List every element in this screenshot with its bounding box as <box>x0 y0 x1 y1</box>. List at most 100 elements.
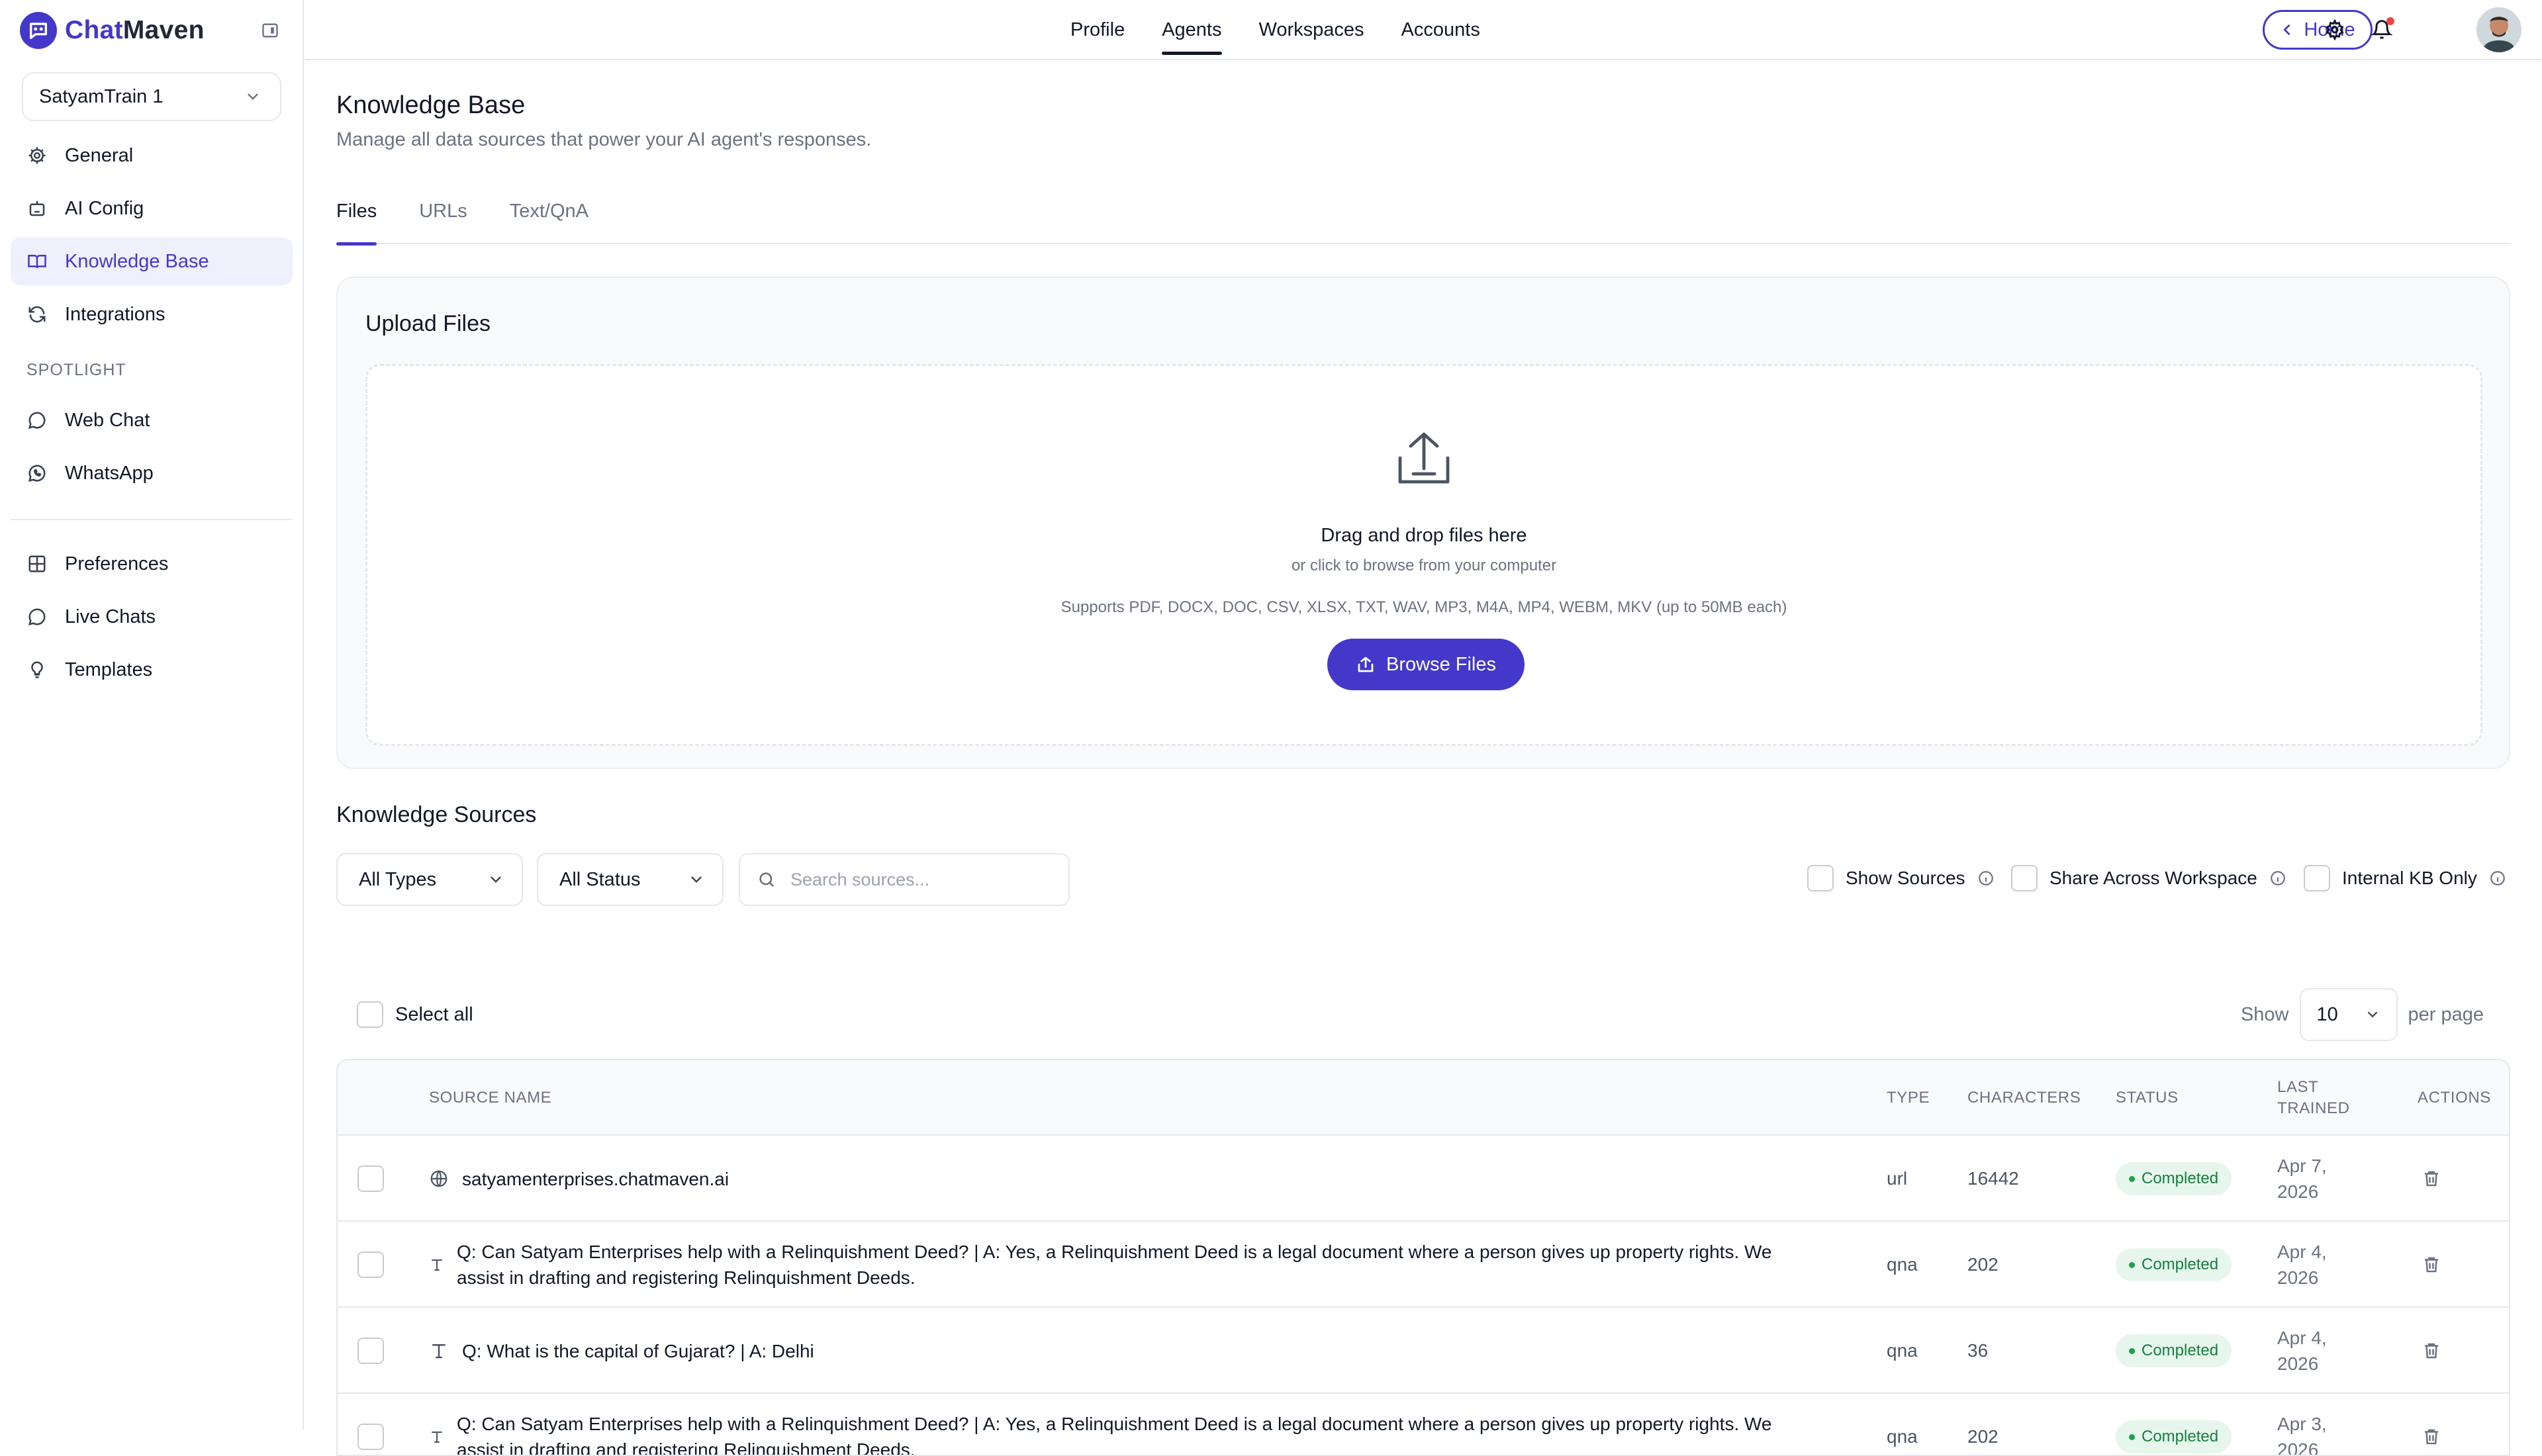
chevron-down-icon <box>487 871 504 888</box>
text-icon <box>429 1308 449 1394</box>
info-icon[interactable] <box>1977 870 1995 887</box>
spotlight-section-label: SPOTLIGHT <box>26 361 126 379</box>
topnav-agents[interactable]: Agents <box>1162 0 1222 60</box>
trash-icon[interactable] <box>2422 1308 2441 1394</box>
gear-icon <box>26 145 48 166</box>
text-icon <box>429 1222 445 1308</box>
knowledge-sources-table: SOURCE NAME TYPE CHARACTERS STATUS LAST … <box>336 1059 2510 1456</box>
tab-files[interactable]: Files <box>336 193 377 246</box>
user-avatar[interactable] <box>2476 7 2521 52</box>
source-name: satyamenterprises.chatmaven.ai <box>462 1168 730 1189</box>
status-badge: Completed <box>2116 1420 2232 1453</box>
per-page-select[interactable]: 10 <box>2299 988 2398 1041</box>
top-bar: Profile Agents Workspaces Accounts Home <box>305 0 2542 60</box>
table-row[interactable]: Q: Can Satyam Enterprises help with a Re… <box>338 1222 2509 1308</box>
table-row[interactable]: satyamenterprises.chatmaven.ai url 16442… <box>338 1136 2509 1222</box>
source-characters: 36 <box>1967 1340 1989 1361</box>
column-status[interactable]: STATUS <box>2116 1060 2179 1136</box>
sidebar-item-label: WhatsApp <box>65 462 154 484</box>
sidebar-collapse-icon[interactable] <box>259 20 281 41</box>
topnav-accounts[interactable]: Accounts <box>1401 0 1480 60</box>
topnav-profile[interactable]: Profile <box>1070 0 1125 60</box>
share-across-workspace-toggle[interactable]: Share Across Workspace <box>2011 864 2286 893</box>
sidebar-item-web-chat[interactable]: Web Chat <box>11 396 293 444</box>
date-line: 2026 <box>2277 1439 2319 1456</box>
book-icon <box>26 251 48 272</box>
upload-icon <box>1392 429 1456 487</box>
internal-kb-only-checkbox[interactable] <box>2304 865 2330 891</box>
select-all-control[interactable]: Select all <box>357 1001 473 1028</box>
internal-kb-only-toggle[interactable]: Internal KB Only <box>2304 864 2506 893</box>
select-all-label: Select all <box>395 1003 473 1025</box>
table-row[interactable]: Q: What is the capital of Gujarat? | A: … <box>338 1308 2509 1394</box>
settings-gear-icon[interactable] <box>2322 17 2347 42</box>
sidebar-item-ai-config[interactable]: AI Config <box>11 185 293 232</box>
sidebar-item-preferences[interactable]: Preferences <box>11 540 293 588</box>
row-checkbox-cell <box>357 1222 384 1308</box>
brand-logo[interactable]: ChatMaven <box>20 12 205 49</box>
info-icon[interactable] <box>2269 870 2286 887</box>
sidebar-item-live-chats[interactable]: Live Chats <box>11 593 293 641</box>
topnav-workspaces[interactable]: Workspaces <box>1259 0 1364 60</box>
sidebar-item-label: Integrations <box>65 303 165 325</box>
column-source-name[interactable]: SOURCE NAME <box>429 1060 551 1136</box>
row-checkbox[interactable] <box>357 1165 384 1192</box>
sidebar-item-integrations[interactable]: Integrations <box>11 291 293 338</box>
table-header: SOURCE NAME TYPE CHARACTERS STATUS LAST … <box>338 1060 2509 1136</box>
date-line: Apr 4, <box>2277 1328 2327 1348</box>
tab-text-qna[interactable]: Text/QnA <box>510 193 588 244</box>
column-characters[interactable]: CHARACTERS <box>1967 1060 2081 1136</box>
status-cell: Completed <box>2116 1394 2232 1455</box>
file-dropzone[interactable]: Drag and drop files here or click to bro… <box>365 364 2482 746</box>
table-row[interactable]: Q: Can Satyam Enterprises help with a Re… <box>338 1394 2509 1456</box>
status-cell: Completed <box>2116 1136 2232 1222</box>
source-type: qna <box>1887 1340 1918 1361</box>
sidebar-item-label: Preferences <box>65 553 169 574</box>
search-sources-input[interactable] <box>790 869 1042 890</box>
sidebar-item-general[interactable]: General <box>11 132 293 179</box>
sidebar-item-templates[interactable]: Templates <box>11 646 293 694</box>
last-trained-date: Apr 7, 2026 <box>2277 1136 2357 1222</box>
trash-icon[interactable] <box>2422 1222 2441 1308</box>
source-characters: 202 <box>1967 1254 1999 1275</box>
sidebar: ChatMaven SatyamTrain 1 General AI Confi… <box>0 0 304 1430</box>
column-last-trained[interactable]: LAST TRAINED <box>2277 1060 2350 1136</box>
row-checkbox[interactable] <box>357 1338 384 1364</box>
robot-icon <box>26 198 48 219</box>
status-badge: Completed <box>2116 1334 2232 1367</box>
select-all-checkbox[interactable] <box>357 1001 383 1028</box>
sidebar-item-whatsapp[interactable]: WhatsApp <box>11 449 293 497</box>
row-checkbox[interactable] <box>357 1424 384 1450</box>
trash-icon[interactable] <box>2422 1136 2441 1222</box>
globe-icon <box>429 1136 449 1222</box>
browse-files-button[interactable]: Browse Files <box>1327 639 1525 690</box>
sidebar-item-label: Templates <box>65 659 153 680</box>
brand-name: ChatMaven <box>65 16 205 44</box>
sidebar-item-knowledge-base[interactable]: Knowledge Base <box>11 238 293 285</box>
show-sources-toggle[interactable]: Show Sources <box>1807 864 1995 893</box>
status-cell: Completed <box>2116 1308 2232 1394</box>
supported-formats-text: Supports PDF, DOCX, DOC, CSV, XLSX, TXT,… <box>1060 598 1787 616</box>
show-sources-checkbox[interactable] <box>1807 865 1834 891</box>
share-across-workspace-label: Share Across Workspace <box>2049 868 2257 888</box>
page-title: Knowledge Base <box>336 91 526 119</box>
text-icon <box>429 1394 445 1455</box>
date-line: Apr 3, <box>2277 1414 2327 1434</box>
type-filter-select[interactable]: All Types <box>336 853 523 906</box>
notification-dot <box>2386 17 2394 25</box>
trash-icon[interactable] <box>2422 1394 2441 1455</box>
page-subtitle: Manage all data sources that power your … <box>336 129 872 150</box>
agent-selector[interactable]: SatyamTrain 1 <box>22 72 281 121</box>
notification-bell-icon[interactable] <box>2369 17 2394 42</box>
date-line: Apr 4, <box>2277 1242 2327 1262</box>
tab-urls[interactable]: URLs <box>419 193 467 244</box>
chevron-down-icon <box>688 871 705 888</box>
top-nav: Profile Agents Workspaces Accounts <box>1070 0 1480 60</box>
status-filter-select[interactable]: All Status <box>537 853 724 906</box>
home-button[interactable]: Home <box>2263 10 2373 50</box>
row-checkbox[interactable] <box>357 1251 384 1278</box>
sidebar-item-label: General <box>65 144 134 166</box>
info-icon[interactable] <box>2489 870 2506 887</box>
share-across-workspace-checkbox[interactable] <box>2011 865 2038 891</box>
column-type[interactable]: TYPE <box>1887 1060 1930 1136</box>
